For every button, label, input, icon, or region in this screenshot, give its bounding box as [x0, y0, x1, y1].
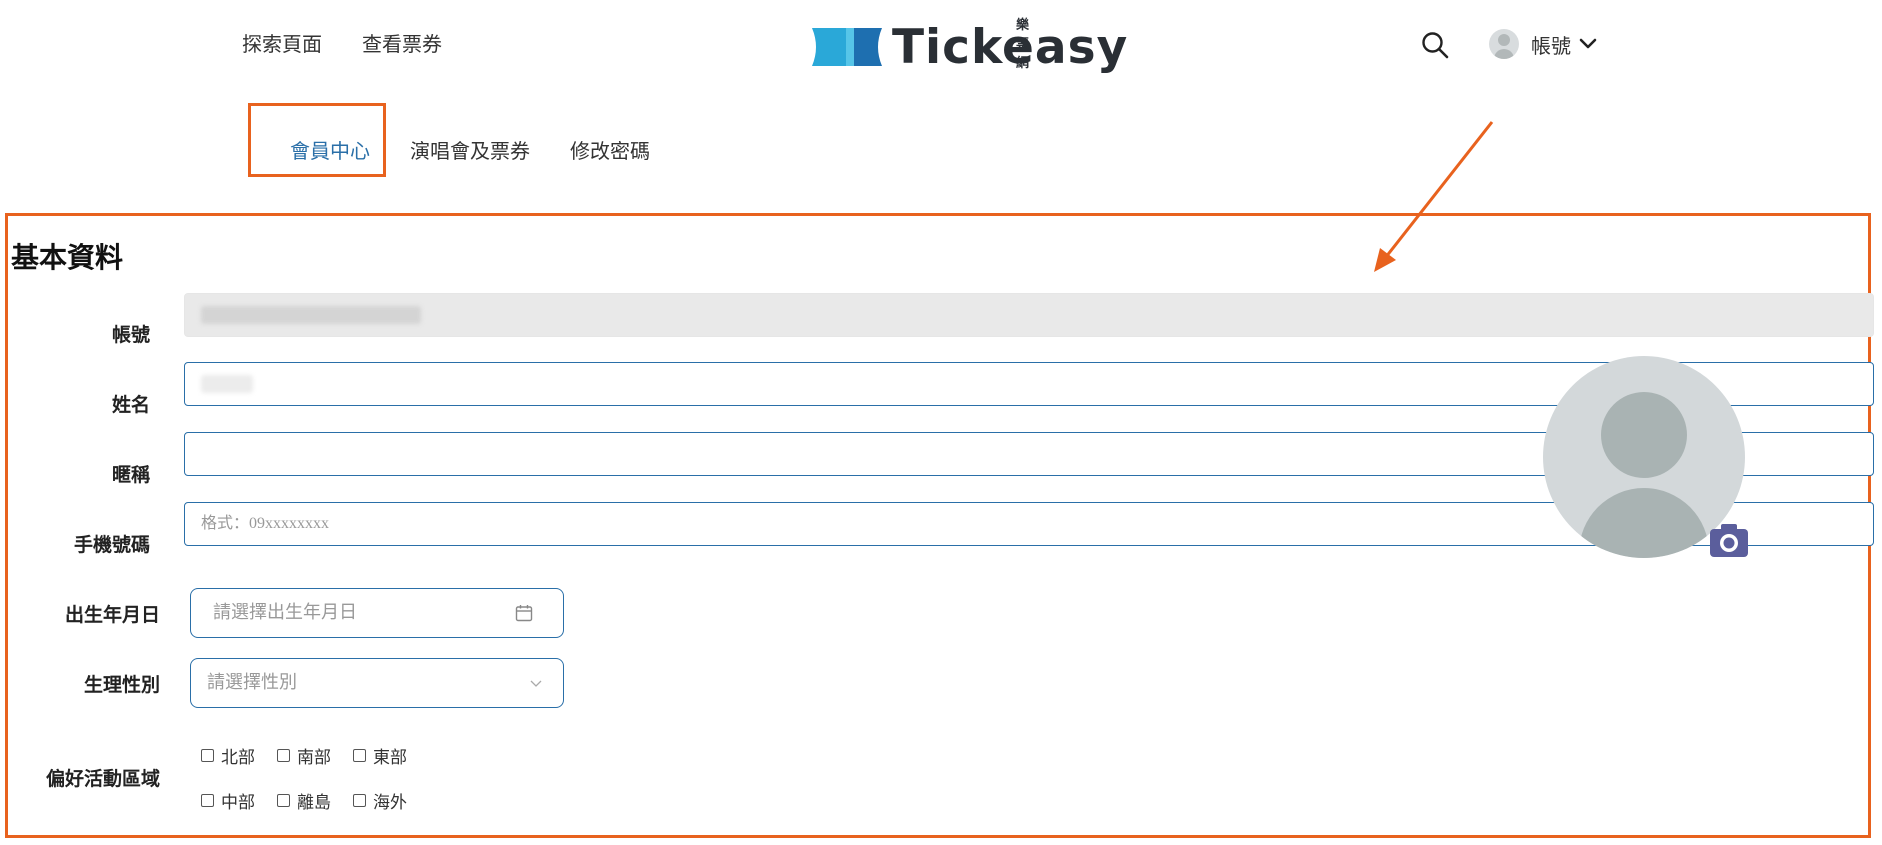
- account-label: 帳號: [1531, 33, 1571, 58]
- regions-row-2: 中部 離島 海外: [201, 788, 429, 813]
- nav-tickets-link[interactable]: 查看票券: [362, 28, 442, 57]
- name-label-text: 姓名: [111, 394, 150, 416]
- birthday-label-text: 出生年月日: [64, 604, 160, 626]
- regions-row-1: 北部 南部 東部: [201, 743, 429, 768]
- phone-label-text: 手機號碼: [73, 534, 150, 556]
- account-value: [201, 306, 421, 325]
- calendar-icon: [515, 605, 533, 622]
- tab-concerts-tickets[interactable]: 演唱會及票券: [410, 135, 530, 164]
- birthday-date-picker[interactable]: 請選擇出生年月日: [190, 588, 564, 638]
- region-checkbox-islands[interactable]: 離島: [277, 788, 331, 813]
- chevron-down-icon: [1579, 38, 1597, 49]
- logo-brand-text: Tickeasy: [892, 20, 1129, 75]
- chevron-down-icon: [530, 680, 542, 687]
- account-label-text: 帳號: [111, 324, 150, 346]
- nickname-label-text: 暱稱: [111, 464, 150, 486]
- checkbox[interactable]: [277, 794, 290, 807]
- region-checkbox-east[interactable]: 東部: [353, 743, 407, 768]
- name-value: [201, 375, 253, 394]
- nav-explore-link[interactable]: 探索頁面: [242, 28, 322, 57]
- avatar-body-shape: [1579, 488, 1709, 558]
- search-icon: [1422, 32, 1449, 59]
- gender-placeholder: 請選擇性別: [207, 672, 297, 693]
- section-title: 基本資料: [11, 241, 124, 274]
- gender-select[interactable]: 請選擇性別: [190, 658, 564, 708]
- camera-icon: [1710, 524, 1748, 557]
- checkbox[interactable]: [201, 794, 214, 807]
- tab-change-password[interactable]: 修改密碼: [570, 135, 650, 164]
- ticket-logo-icon: [812, 28, 882, 66]
- account-field: [184, 293, 1874, 337]
- upload-photo-button[interactable]: [1709, 522, 1749, 558]
- region-checkbox-south[interactable]: 南部: [277, 743, 331, 768]
- account-menu[interactable]: 帳號: [1489, 28, 1597, 60]
- region-checkbox-central[interactable]: 中部: [201, 788, 255, 813]
- gender-label-text: 生理性別: [83, 674, 160, 696]
- logo-subtitle-text: 樂票網: [1016, 18, 1039, 71]
- birthday-placeholder: 請選擇出生年月日: [213, 602, 357, 623]
- region-checkbox-overseas[interactable]: 海外: [353, 788, 407, 813]
- region-checkbox-north[interactable]: 北部: [201, 743, 255, 768]
- avatar-icon: [1489, 29, 1519, 59]
- checkbox[interactable]: [201, 749, 214, 762]
- search-button[interactable]: [1420, 30, 1450, 60]
- regions-label-text: 偏好活動區域: [45, 768, 160, 790]
- checkbox[interactable]: [353, 794, 366, 807]
- checkbox[interactable]: [353, 749, 366, 762]
- checkbox[interactable]: [277, 749, 290, 762]
- avatar-head-shape: [1601, 392, 1687, 478]
- tab-member-center[interactable]: 會員中心: [290, 135, 370, 164]
